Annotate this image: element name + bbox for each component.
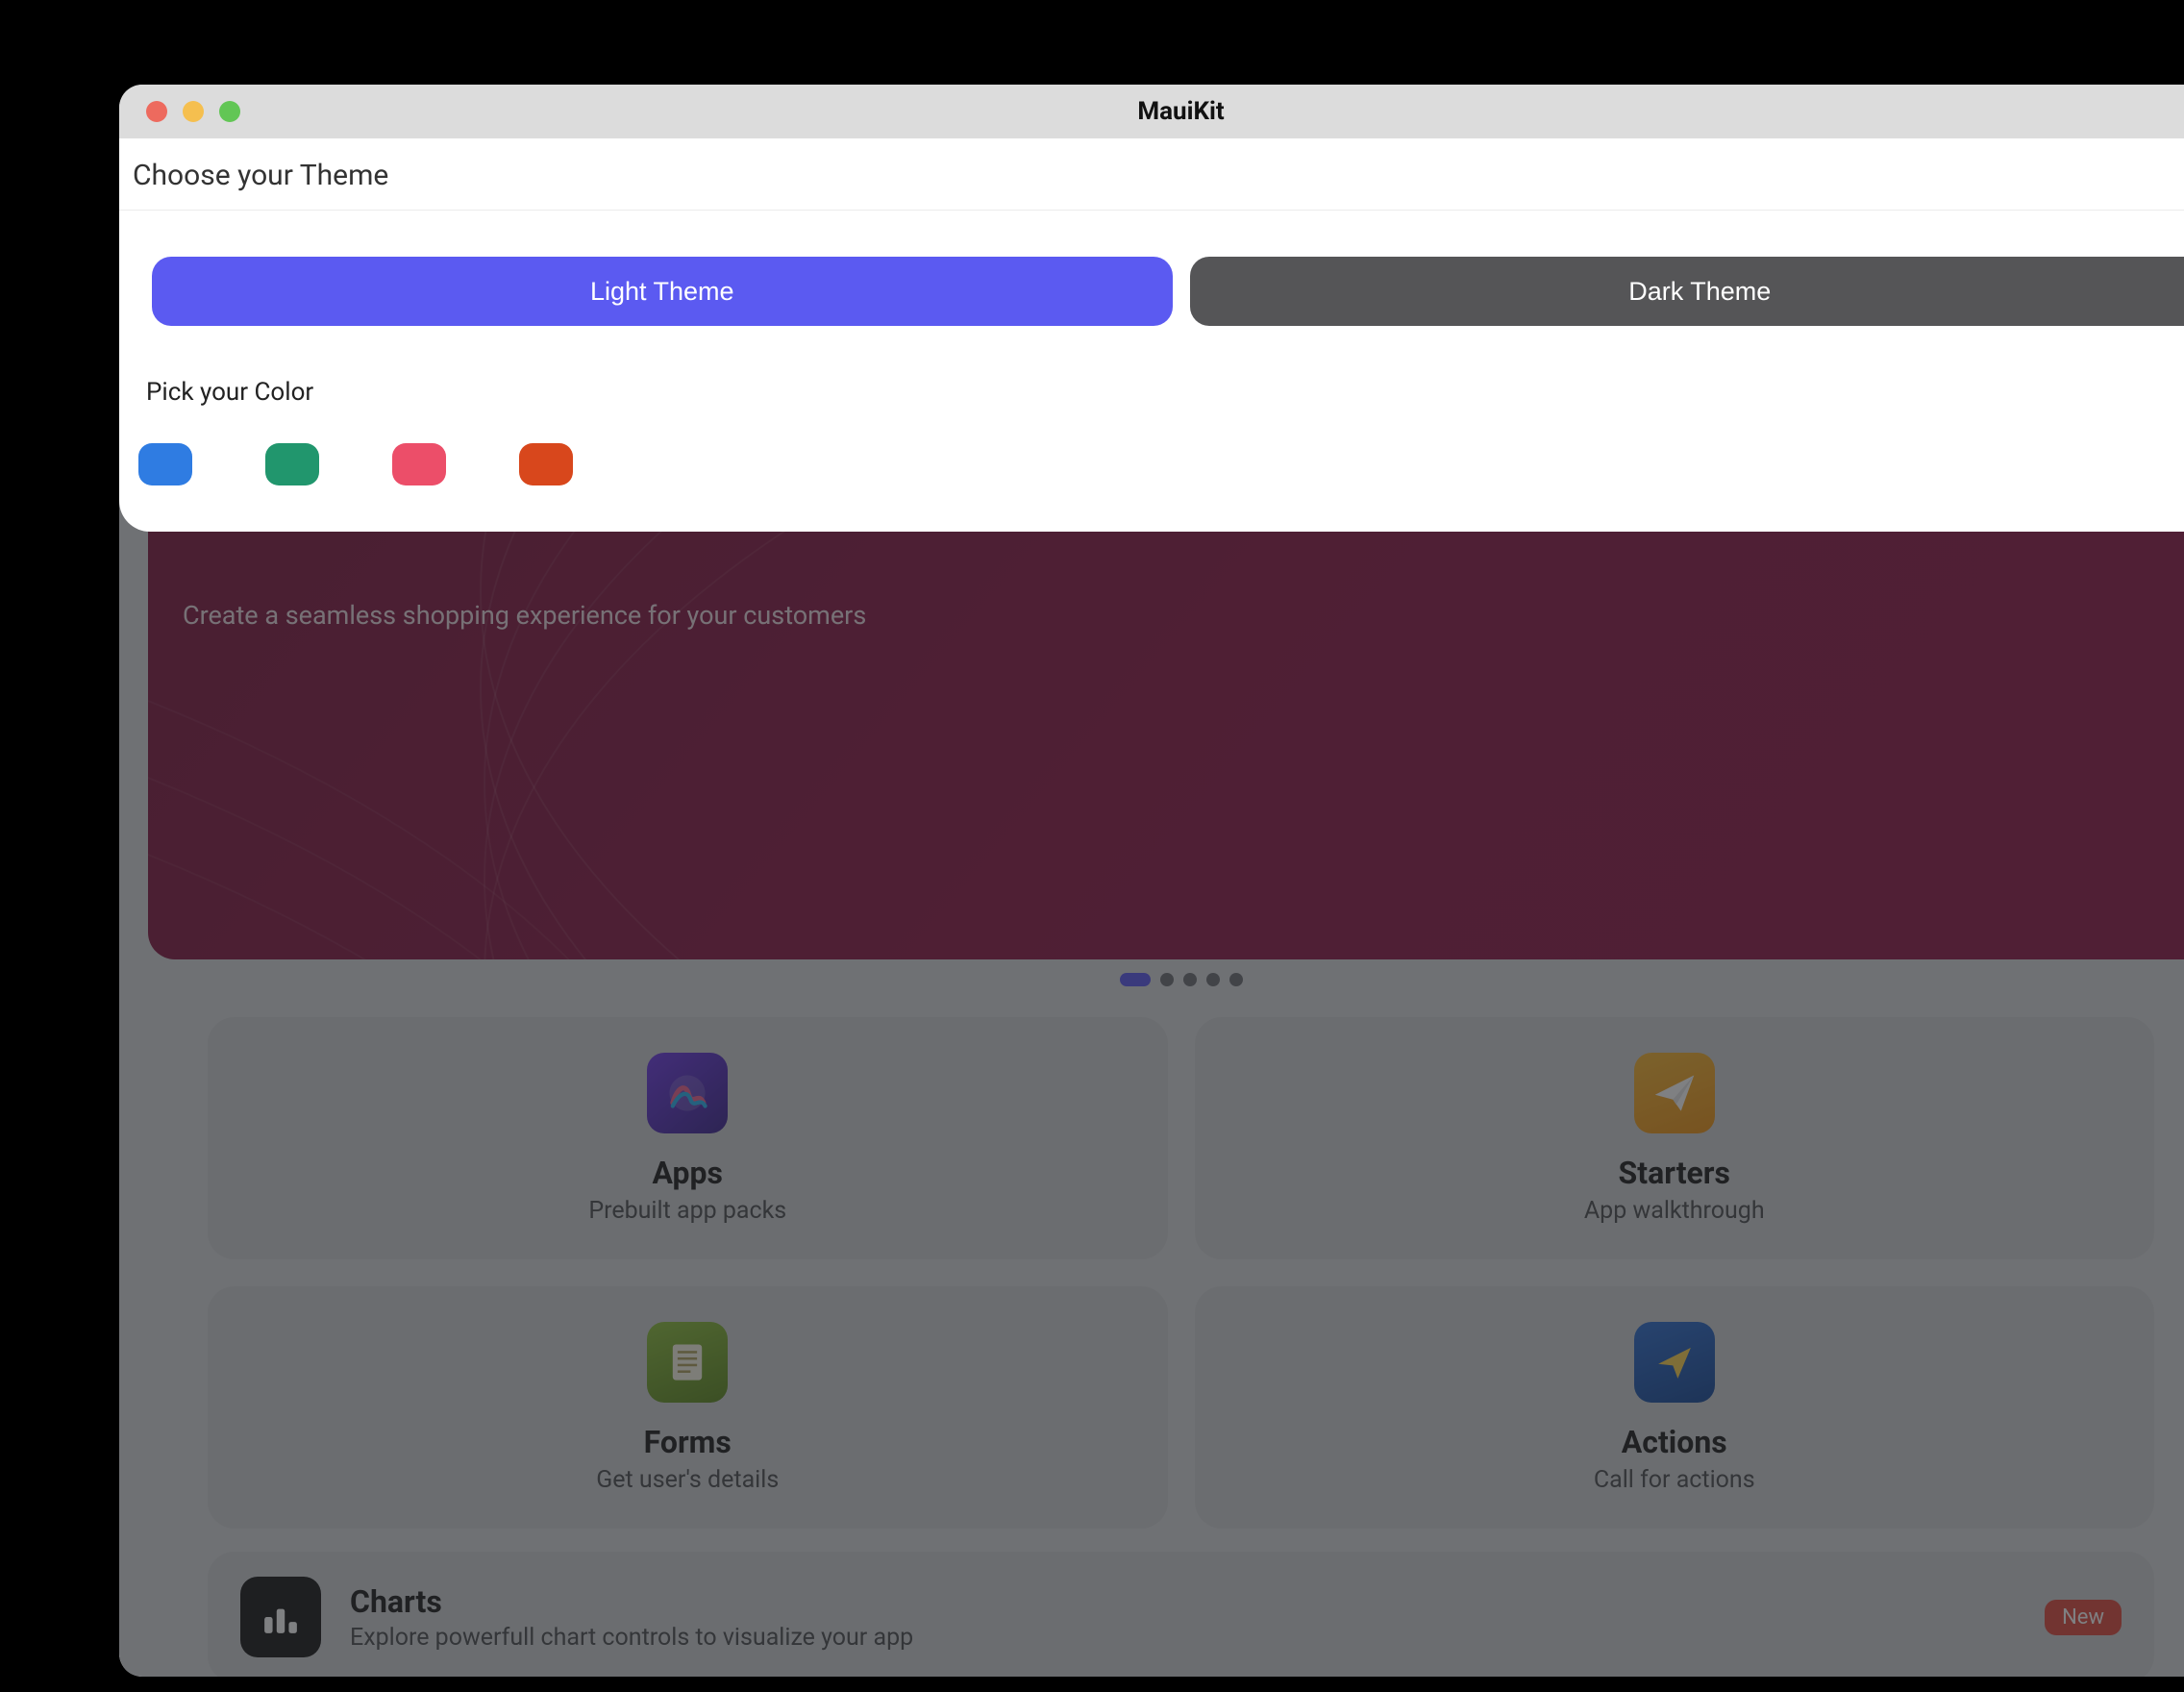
color-swatch-pink[interactable] [392, 443, 446, 485]
panel-header: Choose your Theme ✕ [119, 138, 2184, 211]
pick-color-label: Pick your Color [119, 326, 2184, 407]
color-swatch-blue[interactable] [138, 443, 192, 485]
color-swatches [119, 407, 2184, 485]
color-swatch-green[interactable] [265, 443, 319, 485]
theme-panel: Choose your Theme ✕ Light Theme Dark The… [119, 138, 2184, 532]
window-title: MauiKit [1137, 97, 1224, 126]
minimize-window-button[interactable] [183, 101, 204, 122]
app-window: MauiKit Create a seamless shopping exper… [119, 85, 2184, 1677]
titlebar: MauiKit [119, 85, 2184, 138]
traffic-lights [146, 101, 240, 122]
theme-toggle: Light Theme Dark Theme [119, 211, 2184, 326]
color-swatch-orange[interactable] [519, 443, 573, 485]
dark-theme-button[interactable]: Dark Theme [1190, 257, 2184, 326]
panel-title: Choose your Theme [133, 159, 388, 192]
maximize-window-button[interactable] [219, 101, 240, 122]
close-window-button[interactable] [146, 101, 167, 122]
light-theme-button[interactable]: Light Theme [152, 257, 1173, 326]
